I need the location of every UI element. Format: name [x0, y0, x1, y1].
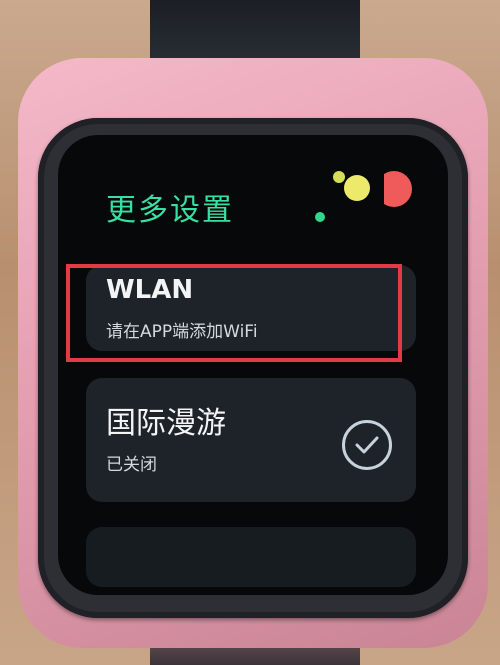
page-title: 更多设置	[106, 193, 234, 228]
app-logo-yellow-dot	[344, 175, 370, 201]
list-item-next[interactable]	[86, 527, 416, 587]
roaming-label: 国际漫游	[106, 406, 226, 441]
app-logo-green-dot	[315, 212, 325, 222]
app-logo-small-dot	[333, 171, 345, 183]
annotation-highlight-box	[66, 264, 402, 362]
list-item-international-roaming[interactable]: 国际漫游 已关闭	[86, 378, 416, 502]
check-circle-icon[interactable]	[342, 420, 392, 470]
watch-screen: 更多设置 WLAN 请在APP端添加WiFi 国际漫游 已关闭	[58, 135, 448, 595]
roaming-status: 已关闭	[106, 455, 157, 475]
